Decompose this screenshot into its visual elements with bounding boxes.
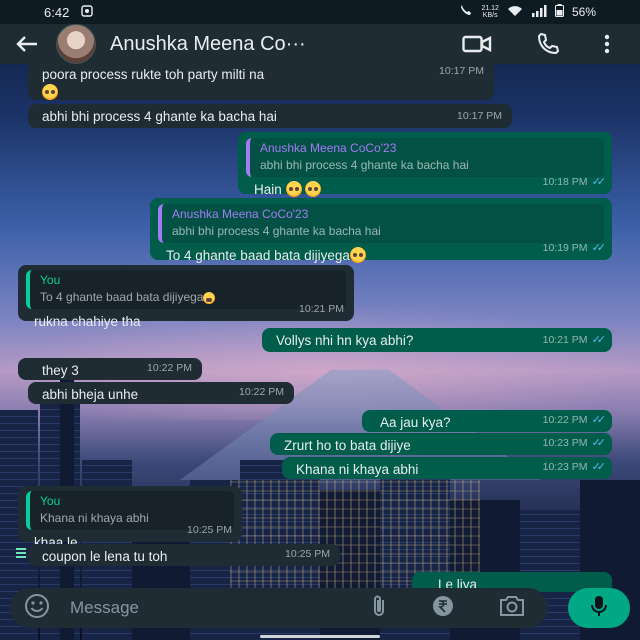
pleading-face-emoji <box>203 292 216 304</box>
message-incoming[interactable]: coupon le lena tu toh 10:25 PM <box>28 544 340 566</box>
message-incoming[interactable]: You To 4 ghante baad bata dijiyega rukna… <box>18 265 354 329</box>
read-ticks-icon: ✓✓ <box>591 414 607 426</box>
battery-icon <box>554 4 564 20</box>
message-time: 10:22 PM <box>542 414 588 426</box>
voice-call-icon[interactable] <box>536 32 560 56</box>
message-time: 10:18 PM <box>542 176 588 188</box>
home-indicator[interactable] <box>260 635 380 638</box>
net-speed-value: 21.12 <box>481 5 499 12</box>
read-ticks-icon: ✓✓ <box>591 242 607 254</box>
message-outgoing[interactable]: Zrurt ho to bata dijiye 10:23 PM ✓✓ <box>270 433 612 455</box>
message-list[interactable]: poora process rukte toh party milti na 1… <box>0 64 640 592</box>
message-outgoing[interactable]: Anushka Meena CoCo'23 abhi bhi process 4… <box>150 198 612 263</box>
read-ticks-icon: ✓✓ <box>591 334 607 346</box>
emoji-icon[interactable] <box>24 593 50 624</box>
read-ticks-icon: ✓✓ <box>591 437 607 449</box>
message-text: abhi bhi process 4 ghante ka bacha hai <box>42 109 277 124</box>
message-time: 10:17 PM <box>439 65 484 77</box>
message-text: poora process rukte toh party milti na <box>42 67 265 82</box>
hushed-face-emoji <box>305 181 322 197</box>
message-incoming[interactable]: abhi bhi process 4 ghante ka bacha hai 1… <box>28 104 512 128</box>
message-time: 10:17 PM <box>457 110 502 122</box>
back-arrow-icon[interactable] <box>10 35 44 53</box>
wifi-call-icon <box>459 4 473 20</box>
hushed-face-emoji <box>285 181 302 197</box>
message-time: 10:19 PM <box>542 242 588 254</box>
status-time: 6:42 <box>44 4 70 20</box>
message-compose-box[interactable] <box>10 588 548 628</box>
message-incoming[interactable]: abhi bheja unhe 10:22 PM <box>28 382 294 404</box>
quoted-author: You <box>40 494 61 508</box>
attachment-icon[interactable] <box>370 594 388 623</box>
message-input[interactable] <box>70 598 310 618</box>
battery-percent: 56% <box>571 5 596 19</box>
message-incoming[interactable]: poora process rukte toh party milti na 1… <box>28 64 494 100</box>
microphone-icon <box>591 595 607 622</box>
pleading-face-emoji <box>42 84 58 100</box>
wifi-icon <box>507 5 523 20</box>
message-time: 10:23 PM <box>542 437 588 449</box>
network-speed: 21.12 KB/s <box>481 5 499 19</box>
chat-header: Anushka Meena Co··· <box>0 24 640 64</box>
message-time: 10:25 PM <box>285 548 330 560</box>
message-time: 10:21 PM <box>542 334 588 346</box>
quoted-text: To 4 ghante baad bata dijiyega <box>40 290 204 304</box>
camera-icon[interactable] <box>498 595 526 622</box>
message-outgoing[interactable]: Aa jau kya? 10:22 PM ✓✓ <box>362 410 612 432</box>
message-outgoing[interactable]: Khana ni khaya abhi 10:23 PM ✓✓ <box>282 457 612 479</box>
quoted-author: Anushka Meena CoCo'23 <box>172 207 309 221</box>
quoted-author: Anushka Meena CoCo'23 <box>260 141 397 155</box>
video-call-icon[interactable] <box>462 34 492 54</box>
compose-bar <box>0 586 640 640</box>
quoted-message[interactable]: You To 4 ghante baad bata dijiyega <box>26 270 346 309</box>
pleading-face-emoji <box>349 247 366 263</box>
contact-name[interactable]: Anushka Meena Co··· <box>110 33 380 56</box>
status-bar: 6:42 21.12 KB/s 56% <box>0 0 640 24</box>
message-incoming[interactable]: You Khana ni khaya abhi khaa le 10:25 PM <box>18 486 242 550</box>
quoted-text: abhi bhi process 4 ghante ka bacha hai <box>260 158 469 172</box>
message-text: To 4 ghante baad bata dijiyega <box>166 248 350 263</box>
message-outgoing[interactable]: Vollys nhi hn kya abhi? 10:21 PM ✓✓ <box>262 328 612 352</box>
payment-rupee-icon[interactable] <box>432 595 454 622</box>
contact-avatar[interactable] <box>56 24 96 64</box>
signal-icon <box>531 4 547 20</box>
more-options-icon[interactable] <box>604 34 610 54</box>
quoted-message[interactable]: Anushka Meena CoCo'23 abhi bhi process 4… <box>158 204 604 243</box>
message-outgoing[interactable]: Anushka Meena CoCo'23 abhi bhi process 4… <box>238 132 612 197</box>
screen-record-icon <box>81 4 94 20</box>
message-time: 10:25 PM <box>187 524 232 536</box>
message-time: 10:21 PM <box>299 303 344 315</box>
message-time: 10:22 PM <box>239 386 284 398</box>
message-incoming[interactable]: they 3 10:22 PM <box>18 358 202 380</box>
message-time: 10:23 PM <box>542 461 588 473</box>
net-speed-unit: KB/s <box>482 12 498 19</box>
forwarded-indicator <box>16 546 26 558</box>
quoted-author: You <box>40 273 61 287</box>
quoted-text: abhi bhi process 4 ghante ka bacha hai <box>172 224 381 238</box>
message-time: 10:22 PM <box>147 362 192 374</box>
quoted-message[interactable]: Anushka Meena CoCo'23 abhi bhi process 4… <box>246 138 604 177</box>
read-ticks-icon: ✓✓ <box>591 176 607 188</box>
voice-message-button[interactable] <box>568 588 630 628</box>
message-text: Hain <box>254 182 282 197</box>
read-ticks-icon: ✓✓ <box>591 461 607 473</box>
